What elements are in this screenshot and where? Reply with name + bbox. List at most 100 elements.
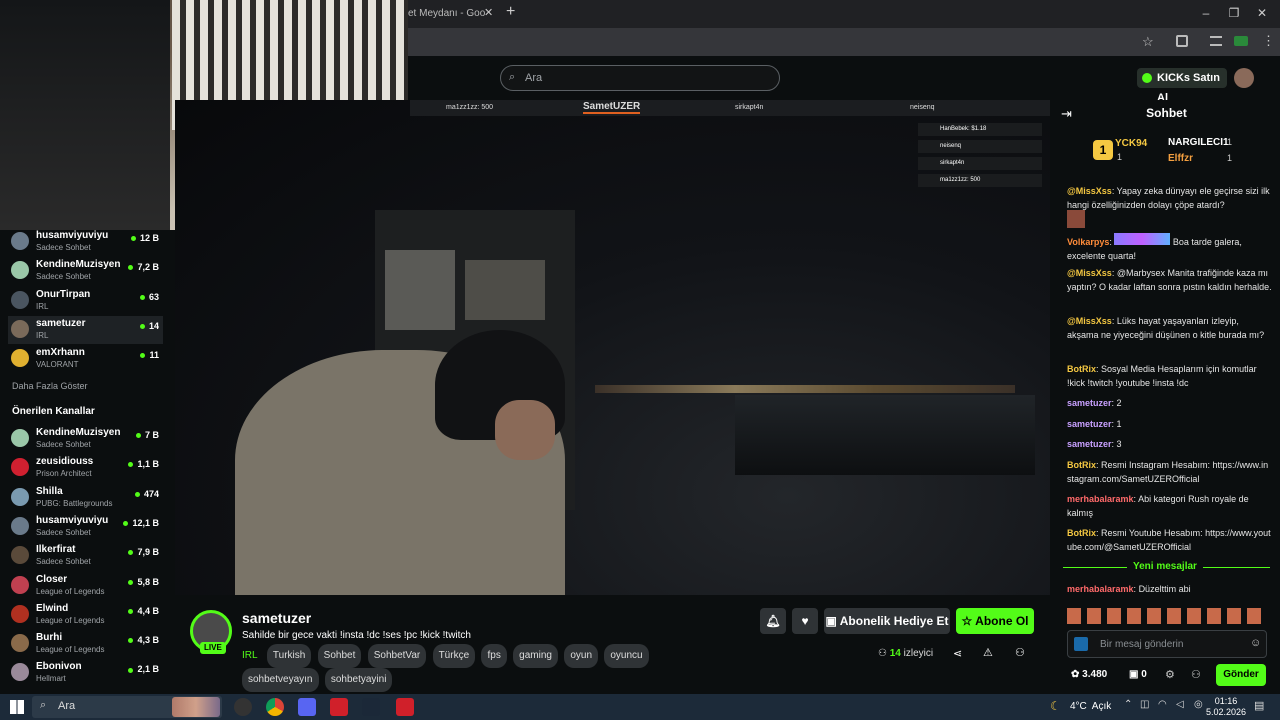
sidebar-channel[interactable]: Ebonivon Hellmart 2,1 B	[8, 659, 163, 687]
channel-name: Ebonivon	[36, 661, 82, 673]
sidebar-channel[interactable]: Burhi League of Legends 4,3 B	[8, 630, 163, 658]
star-icon: ☆	[961, 614, 976, 628]
sidebar-channel[interactable]: husamviyuviyu Sadece Sohbet 12,1 B	[8, 513, 163, 541]
channel-name: sametuzer	[36, 317, 86, 329]
tag[interactable]: gaming	[513, 644, 558, 668]
close-tab-icon[interactable]: ✕	[484, 6, 493, 19]
app-icon[interactable]	[396, 698, 414, 716]
tag[interactable]: fps	[481, 644, 507, 668]
follow-heart-button[interactable]: ♥	[792, 608, 818, 634]
channel-name: KendineMuzisyen	[36, 259, 121, 271]
sidebar-channel[interactable]: Ilkerfirat Sadece Sohbet 7,9 B	[8, 542, 163, 570]
sidebar-channel[interactable]: emXrhann VALORANT 11	[8, 345, 163, 373]
overlay-event: sirkapt4n	[918, 157, 1042, 170]
tag[interactable]: Turkish	[266, 644, 312, 668]
tag[interactable]: oyuncu	[604, 644, 649, 668]
user-avatar[interactable]	[1234, 68, 1254, 88]
new-tab-button[interactable]: +	[506, 3, 515, 21]
search-input[interactable]: ⌕ Ara	[500, 65, 780, 91]
users-icon[interactable]: ⚇	[1191, 668, 1201, 681]
extensions-icon[interactable]	[1176, 35, 1188, 47]
windows-start-icon[interactable]	[10, 700, 24, 714]
settings-gear-icon[interactable]: ⚙	[1165, 668, 1175, 681]
sidebar: husamviyuviyu Sadece Sohbet 12 B KendineMuz…	[0, 228, 168, 694]
sidebar-channel[interactable]: Closer League of Legends 5,8 B	[8, 572, 163, 600]
channel-category: Hellmart	[36, 674, 66, 684]
tag[interactable]: SohbetVar	[367, 644, 427, 668]
emote-icon	[1067, 210, 1085, 228]
category-link[interactable]: IRL	[242, 650, 258, 661]
sidebar-channel[interactable]: KendineMuzisyen Sadece Sohbet 7,2 B	[8, 257, 163, 285]
overlay-event: ma1zz1zz: 500	[918, 174, 1042, 187]
user-badge-icon	[1074, 637, 1088, 651]
close-window-button[interactable]: ✕	[1252, 6, 1272, 20]
overlay-event: HanBebek: $1.18	[918, 123, 1042, 136]
viewers-icon: ⚇	[878, 648, 890, 659]
clock-time[interactable]: 01:16	[1206, 696, 1246, 706]
user-options-icon[interactable]: ⚇	[1015, 646, 1025, 659]
suggested-title: Önerilen Kanallar	[12, 406, 95, 417]
chat-input[interactable]: Bir mesaj gönderin ☺	[1067, 630, 1267, 658]
leader-count: 1	[1227, 137, 1233, 147]
notification-bell-button[interactable]: 🔔︎	[760, 608, 786, 634]
profile-icon[interactable]	[1234, 36, 1248, 46]
minimize-button[interactable]: –	[1196, 6, 1216, 20]
taskbar-search[interactable]: ⌕ Ara	[32, 696, 222, 718]
app-icon[interactable]	[330, 698, 348, 716]
gift-sub-button[interactable]: ▣ Abonelik Hediye Et	[824, 608, 950, 634]
emoji-icon[interactable]: ☺	[1250, 637, 1261, 649]
chrome-icon[interactable]	[266, 698, 284, 716]
channel-avatar	[11, 604, 29, 623]
restore-button[interactable]: ❐	[1224, 6, 1244, 20]
tag[interactable]: sohbetyayini	[324, 668, 393, 692]
steam-icon[interactable]	[362, 698, 380, 716]
volume-icon[interactable]: ◁	[1176, 699, 1184, 710]
language-icon[interactable]: ◎	[1194, 699, 1203, 710]
sidebar-channel[interactable]: Shilla PUBG: Battlegrounds 474	[8, 484, 163, 512]
sidebar-channel[interactable]: Elwind League of Legends 4,4 B	[8, 601, 163, 629]
send-button[interactable]: Gönder	[1216, 664, 1266, 686]
sidebar-channel[interactable]: husamviyuviyu Sadece Sohbet 12 B	[8, 228, 163, 256]
wifi-icon[interactable]: ◠	[1158, 699, 1167, 710]
channel-viewers: 4,3 B	[128, 635, 159, 645]
gift-counter[interactable]: ▣ 0	[1129, 669, 1147, 680]
tag[interactable]: Sohbet	[317, 644, 362, 668]
new-messages-label: Yeni mesajlar	[1127, 561, 1203, 572]
tray-arrow-icon[interactable]: ⌃	[1124, 699, 1132, 710]
bookmark-star-icon[interactable]: ☆	[1142, 34, 1154, 50]
sidebar-channel[interactable]: KendineMuzisyen Sadece Sohbet 7 B	[8, 425, 163, 453]
share-icon[interactable]: ⋖	[953, 647, 962, 660]
channel-category: Sadece Sohbet	[36, 440, 91, 449]
sidebar-channel[interactable]: sametuzer IRL 14	[8, 315, 163, 344]
channel-category: League of Legends	[36, 586, 105, 596]
chat-message: sametuzer: 2	[1067, 398, 1122, 408]
sidebar-channel[interactable]: zeusidiouss Prison Architect 1,1 B	[8, 454, 163, 482]
emote-bar[interactable]	[1067, 608, 1267, 624]
sidebar-channel[interactable]: OnurTirpan IRL 63	[8, 287, 163, 315]
points-display[interactable]: ✿ 3.480	[1071, 669, 1107, 680]
tag[interactable]: Türkçe	[432, 644, 476, 668]
tag[interactable]: sohbetveyayın	[242, 668, 319, 692]
stream-info: LIVE sametuzer Sahilde bir gece vakti !i…	[170, 600, 1050, 694]
stream-title: Sahilde bir gece vakti !insta !dc !ses !…	[242, 630, 471, 641]
media-control-icon[interactable]	[1210, 36, 1222, 46]
discord-icon[interactable]	[298, 698, 316, 716]
overlay-event: neisenq	[918, 140, 1042, 153]
emote-icon	[1114, 233, 1171, 245]
channel-name: Ilkerfirat	[36, 544, 76, 556]
weather-text[interactable]: 4°C Açık	[1070, 701, 1111, 712]
show-more-link[interactable]: Daha Fazla Göster	[12, 381, 88, 391]
buy-kicks-button[interactable]: KICKs Satın Al	[1137, 68, 1227, 104]
subscribe-button[interactable]: ☆ Abone Ol	[956, 608, 1034, 634]
network-icon[interactable]: ◫	[1140, 699, 1149, 710]
tag[interactable]: oyun	[564, 644, 599, 668]
clock-date[interactable]: 5.02.2026	[1206, 707, 1246, 717]
app-icon[interactable]	[234, 698, 252, 716]
browser-menu-icon[interactable]: ⋮	[1262, 33, 1275, 49]
gift-box-icon: ▣	[1129, 669, 1142, 680]
channel-name[interactable]: sametuzer	[242, 610, 311, 626]
notifications-icon[interactable]: ▤	[1254, 699, 1264, 712]
channel-category: VALORANT	[36, 360, 79, 370]
leader-count: 1	[1117, 152, 1123, 162]
report-icon[interactable]: ⚠	[983, 646, 993, 659]
